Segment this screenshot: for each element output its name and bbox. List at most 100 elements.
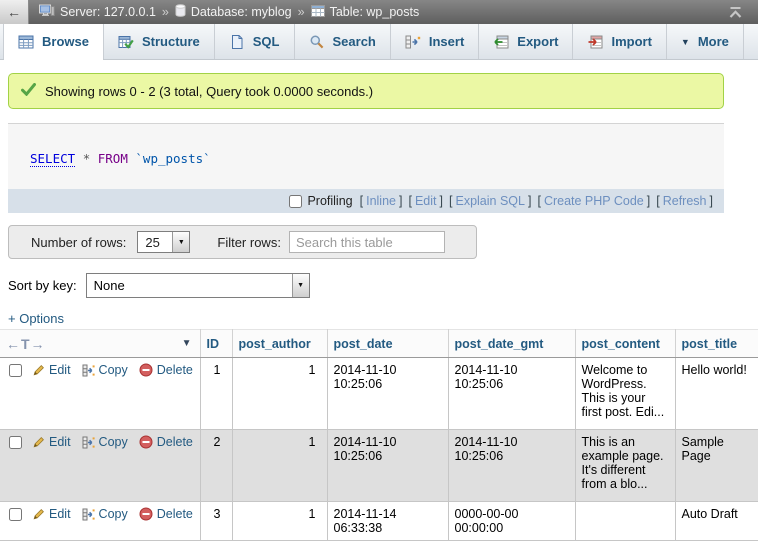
row-actions-cell: Edit Copy Delete [0, 358, 200, 430]
tab-import[interactable]: Import [573, 24, 666, 59]
row-select-checkbox[interactable] [9, 508, 22, 521]
tab-export[interactable]: Export [479, 24, 573, 59]
cell-post-date: 2014-11-10 10:25:06 [327, 358, 448, 430]
sql-table-identifier: `wp_posts` [135, 151, 210, 166]
cell-post-date-gmt: 2014-11-10 10:25:06 [448, 358, 575, 430]
delete-row-button[interactable]: Delete [139, 363, 193, 377]
column-header-id[interactable]: ID [200, 330, 232, 358]
column-header-post-author[interactable]: post_author [232, 330, 327, 358]
status-message-text: Showing rows 0 - 2 (3 total, Query took … [45, 84, 373, 99]
tab-structure[interactable]: Structure [104, 24, 215, 59]
filter-rows-input[interactable] [289, 231, 445, 253]
column-header-post-date-gmt[interactable]: post_date_gmt [448, 330, 575, 358]
delete-row-button[interactable]: Delete [139, 435, 193, 449]
table-icon [311, 5, 325, 20]
breadcrumb-database[interactable]: Database: myblog [175, 4, 292, 20]
inline-link[interactable]: Inline [366, 194, 396, 208]
sql-keyword-select[interactable]: SELECT [30, 151, 75, 167]
export-icon [493, 34, 509, 50]
row-select-checkbox[interactable] [9, 364, 22, 377]
column-header-post-content[interactable]: post_content [575, 330, 675, 358]
edit-pencil-icon [32, 436, 45, 449]
query-toolbar: Profiling [ Inline ] [ Edit ] [ Explain … [8, 189, 724, 213]
bracket: [ [537, 194, 540, 208]
table-header-row: ←T→ ▼ ID post_author post_date post_date… [0, 330, 758, 358]
cell-post-date: 2014-11-14 06:33:38 [327, 502, 448, 541]
edit-query-link[interactable]: Edit [415, 194, 437, 208]
table-row: Edit Copy Delete 2 1 2014-11-10 1 [0, 430, 758, 502]
cell-id: 1 [200, 358, 232, 430]
sql-icon [229, 34, 245, 50]
edit-label: Edit [49, 507, 71, 521]
tab-sql[interactable]: SQL [215, 24, 295, 59]
tab-sql-label: SQL [253, 34, 280, 49]
tab-browse-label: Browse [42, 34, 89, 49]
back-button[interactable]: ← [0, 0, 29, 24]
cell-post-title: Sample Page [675, 430, 758, 502]
column-reorder-icon[interactable]: ←T→ [6, 336, 46, 352]
sort-row: Sort by key: None ▼ [8, 272, 758, 298]
sql-query-panel: SELECT * FROM `wp_posts` Profiling [ Inl… [8, 123, 724, 213]
copy-row-button[interactable]: Copy [82, 435, 128, 449]
delete-row-button[interactable]: Delete [139, 507, 193, 521]
tab-more-label: More [698, 34, 729, 49]
tab-browse[interactable]: Browse [3, 24, 104, 59]
row-select-checkbox[interactable] [9, 436, 22, 449]
cell-id: 3 [200, 502, 232, 541]
copy-row-button[interactable]: Copy [82, 507, 128, 521]
database-icon [175, 4, 186, 20]
breadcrumb-separator: » [298, 5, 305, 19]
edit-label: Edit [49, 363, 71, 377]
search-icon [309, 34, 325, 50]
delete-label: Delete [157, 507, 193, 521]
delete-label: Delete [157, 363, 193, 377]
cell-post-content: Welcome to WordPress. This is your first… [575, 358, 675, 430]
number-of-rows-select[interactable]: 25 ▼ [137, 231, 190, 253]
copy-label: Copy [99, 507, 128, 521]
bracket: ] [399, 194, 402, 208]
sort-by-key-select[interactable]: None ▼ [86, 273, 310, 298]
copy-label: Copy [99, 363, 128, 377]
number-of-rows-label: Number of rows: [31, 235, 126, 250]
bracket: ] [440, 194, 443, 208]
delete-label: Delete [157, 435, 193, 449]
filter-rows-label: Filter rows: [217, 235, 281, 250]
edit-pencil-icon [32, 508, 45, 521]
options-toggle-link[interactable]: + Options [8, 311, 64, 326]
edit-row-button[interactable]: Edit [32, 363, 71, 377]
sql-query-text: SELECT * FROM `wp_posts` [8, 124, 724, 189]
cell-post-content: This is an example page. It's different … [575, 430, 675, 502]
edit-row-button[interactable]: Edit [32, 435, 71, 449]
column-header-post-title[interactable]: post_title [675, 330, 758, 358]
create-php-code-link[interactable]: Create PHP Code [544, 194, 644, 208]
cell-post-title: Auto Draft [675, 502, 758, 541]
cell-post-date-gmt: 0000-00-00 00:00:00 [448, 502, 575, 541]
explain-sql-link[interactable]: Explain SQL [455, 194, 524, 208]
edit-pencil-icon [32, 364, 45, 377]
cell-post-author: 1 [232, 502, 327, 541]
column-header-post-date[interactable]: post_date [327, 330, 448, 358]
refresh-link[interactable]: Refresh [663, 194, 707, 208]
sql-keyword-from: FROM [98, 151, 128, 166]
tab-search-label: Search [333, 34, 376, 49]
import-icon [587, 34, 603, 50]
cell-post-date-gmt: 2014-11-10 10:25:06 [448, 430, 575, 502]
tab-more[interactable]: ▼ More [667, 24, 744, 59]
breadcrumb-server-label: Server: 127.0.0.1 [60, 5, 156, 19]
tab-search[interactable]: Search [295, 24, 391, 59]
copy-icon [82, 436, 95, 449]
collapse-top-icon[interactable] [727, 6, 744, 19]
edit-row-button[interactable]: Edit [32, 507, 71, 521]
sort-by-key-label: Sort by key: [8, 278, 77, 293]
copy-row-button[interactable]: Copy [82, 363, 128, 377]
breadcrumb-server[interactable]: Server: 127.0.0.1 [39, 4, 156, 21]
breadcrumb-table-label: Table: wp_posts [330, 5, 420, 19]
profiling-checkbox[interactable] [289, 195, 302, 208]
tab-insert[interactable]: Insert [391, 24, 479, 59]
cell-id: 2 [200, 430, 232, 502]
sql-star: * [83, 151, 91, 166]
sort-dropdown-icon[interactable]: ▼ [182, 338, 192, 349]
tab-insert-label: Insert [429, 34, 464, 49]
dropdown-arrow-icon: ▼ [172, 232, 189, 252]
breadcrumb-table[interactable]: Table: wp_posts [311, 5, 420, 20]
